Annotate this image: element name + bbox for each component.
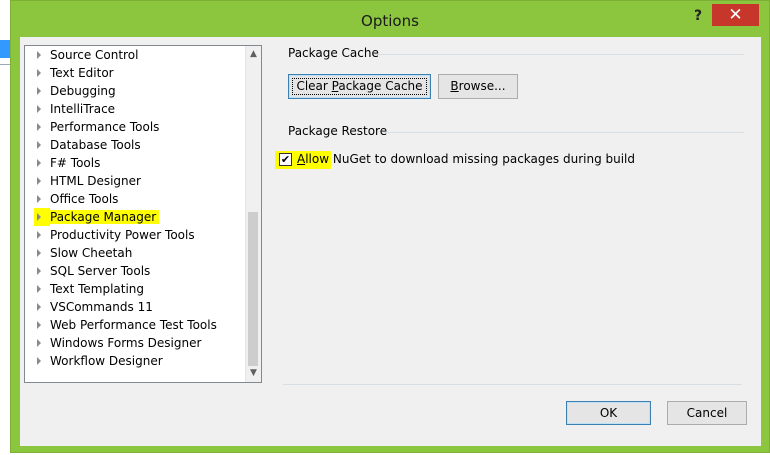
tree-item[interactable]: Text Templating	[25, 280, 247, 298]
clear-package-cache-button[interactable]: Clear Package Cache	[288, 74, 431, 99]
title-bar[interactable]: Options ? ✕	[11, 1, 769, 37]
tree-item-label: Windows Forms Designer	[50, 336, 202, 350]
tree-item[interactable]: Database Tools	[25, 136, 247, 154]
tree-item-label: Debugging	[50, 84, 116, 98]
allow-restore-label-text: llow NuGet to download missing packages …	[305, 152, 636, 166]
expand-arrow-icon[interactable]	[37, 51, 41, 59]
tree-item[interactable]: Source Control	[25, 46, 247, 64]
tree-item-label: VSCommands 11	[50, 300, 153, 314]
options-dialog: Options ? ✕ Source Control Text Editor Deb…	[10, 0, 770, 453]
tree-item-label: SQL Server Tools	[50, 264, 151, 278]
focus-rect	[292, 78, 427, 95]
ok-button[interactable]: OK	[566, 401, 651, 425]
tree-item[interactable]: Workflow Designer	[25, 352, 247, 370]
tree-item-label: Text Editor	[50, 66, 114, 80]
tree-item[interactable]: Productivity Power Tools	[25, 226, 247, 244]
tree-item-label: Office Tools	[50, 192, 119, 206]
tree-item-label: Web Performance Test Tools	[50, 318, 217, 332]
tree-item-label: Performance Tools	[50, 120, 160, 134]
scroll-up-arrow-icon[interactable]: ▲	[246, 46, 261, 63]
tree-item-label: IntelliTrace	[50, 102, 116, 116]
expand-arrow-icon[interactable]	[37, 213, 41, 221]
expand-arrow-icon[interactable]	[37, 303, 41, 311]
close-button[interactable]: ✕	[712, 4, 759, 26]
tree-item[interactable]: Debugging	[25, 82, 247, 100]
tree-item[interactable]: Web Performance Test Tools	[25, 316, 247, 334]
background-window	[0, 0, 10, 455]
tree-item-label: Text Templating	[50, 282, 145, 296]
tree-item[interactable]: IntelliTrace	[25, 100, 247, 118]
tree-item[interactable]: HTML Designer	[25, 172, 247, 190]
expand-arrow-icon[interactable]	[37, 357, 41, 365]
browse-button[interactable]: Browse...	[438, 74, 518, 99]
expand-arrow-icon[interactable]	[37, 105, 41, 113]
tree-list: Source Control Text Editor Debugging Intell…	[25, 46, 247, 370]
expand-arrow-icon[interactable]	[37, 321, 41, 329]
tree-item-label: Slow Cheetah	[50, 246, 133, 260]
allow-restore-accel: A	[297, 152, 306, 166]
browse-button-label: rowse...	[458, 79, 506, 93]
package-restore-heading: Package Restore	[288, 124, 388, 138]
tree-item[interactable]: Windows Forms Designer	[25, 334, 247, 352]
background-field	[0, 64, 10, 81]
tree-item-label: F# Tools	[50, 156, 101, 170]
expand-arrow-icon[interactable]	[37, 339, 41, 347]
expand-arrow-icon[interactable]	[37, 177, 41, 185]
footer-divider	[283, 384, 742, 385]
tree-item-label: Database Tools	[50, 138, 141, 152]
tree-item[interactable]: Text Editor	[25, 64, 247, 82]
allow-restore-checkbox[interactable]: ✔	[279, 153, 292, 166]
tree-item-label: HTML Designer	[50, 174, 141, 188]
background-selection	[0, 40, 10, 58]
expand-arrow-icon[interactable]	[37, 159, 41, 167]
options-tree[interactable]: Source Control Text Editor Debugging Intell…	[24, 45, 262, 383]
tree-item[interactable]: SQL Server Tools	[25, 262, 247, 280]
tree-item-label: Source Control	[50, 48, 139, 62]
tree-item[interactable]: Office Tools	[25, 190, 247, 208]
tree-item[interactable]: Slow Cheetah	[25, 244, 247, 262]
expand-arrow-icon[interactable]	[37, 195, 41, 203]
expand-arrow-icon[interactable]	[37, 267, 41, 275]
cancel-button[interactable]: Cancel	[667, 401, 747, 425]
dialog-title: Options	[361, 12, 419, 30]
scroll-down-arrow-icon[interactable]: ▼	[246, 365, 261, 382]
tree-item[interactable]: F# Tools	[25, 154, 247, 172]
tree-item-label: Workflow Designer	[50, 354, 163, 368]
tree-item-label: Productivity Power Tools	[50, 228, 195, 242]
allow-restore-label: Allow NuGet to download missing packages…	[297, 152, 635, 166]
package-cache-heading: Package Cache	[288, 46, 379, 60]
expand-arrow-icon[interactable]	[37, 87, 41, 95]
expand-arrow-icon[interactable]	[37, 141, 41, 149]
tree-item[interactable]: VSCommands 11	[25, 298, 247, 316]
scroll-thumb[interactable]	[248, 212, 258, 366]
help-icon[interactable]: ?	[689, 7, 707, 25]
checkmark-icon: ✔	[280, 153, 291, 166]
tree-item-label: Package Manager	[50, 210, 160, 224]
expand-arrow-icon[interactable]	[37, 285, 41, 293]
expand-arrow-icon[interactable]	[37, 249, 41, 257]
browse-button-accel: B	[450, 79, 459, 93]
dialog-client: Source Control Text Editor Debugging Intell…	[20, 37, 761, 446]
expand-arrow-icon[interactable]	[37, 123, 41, 131]
tree-item[interactable]: Performance Tools	[25, 118, 247, 136]
expand-arrow-icon[interactable]	[37, 231, 41, 239]
tree-item[interactable]: Package Manager	[25, 208, 247, 226]
expand-arrow-icon[interactable]	[37, 69, 41, 77]
package-cache-divider	[375, 54, 744, 55]
package-restore-divider	[384, 132, 744, 133]
tree-scrollbar[interactable]: ▲ ▼	[245, 46, 261, 382]
